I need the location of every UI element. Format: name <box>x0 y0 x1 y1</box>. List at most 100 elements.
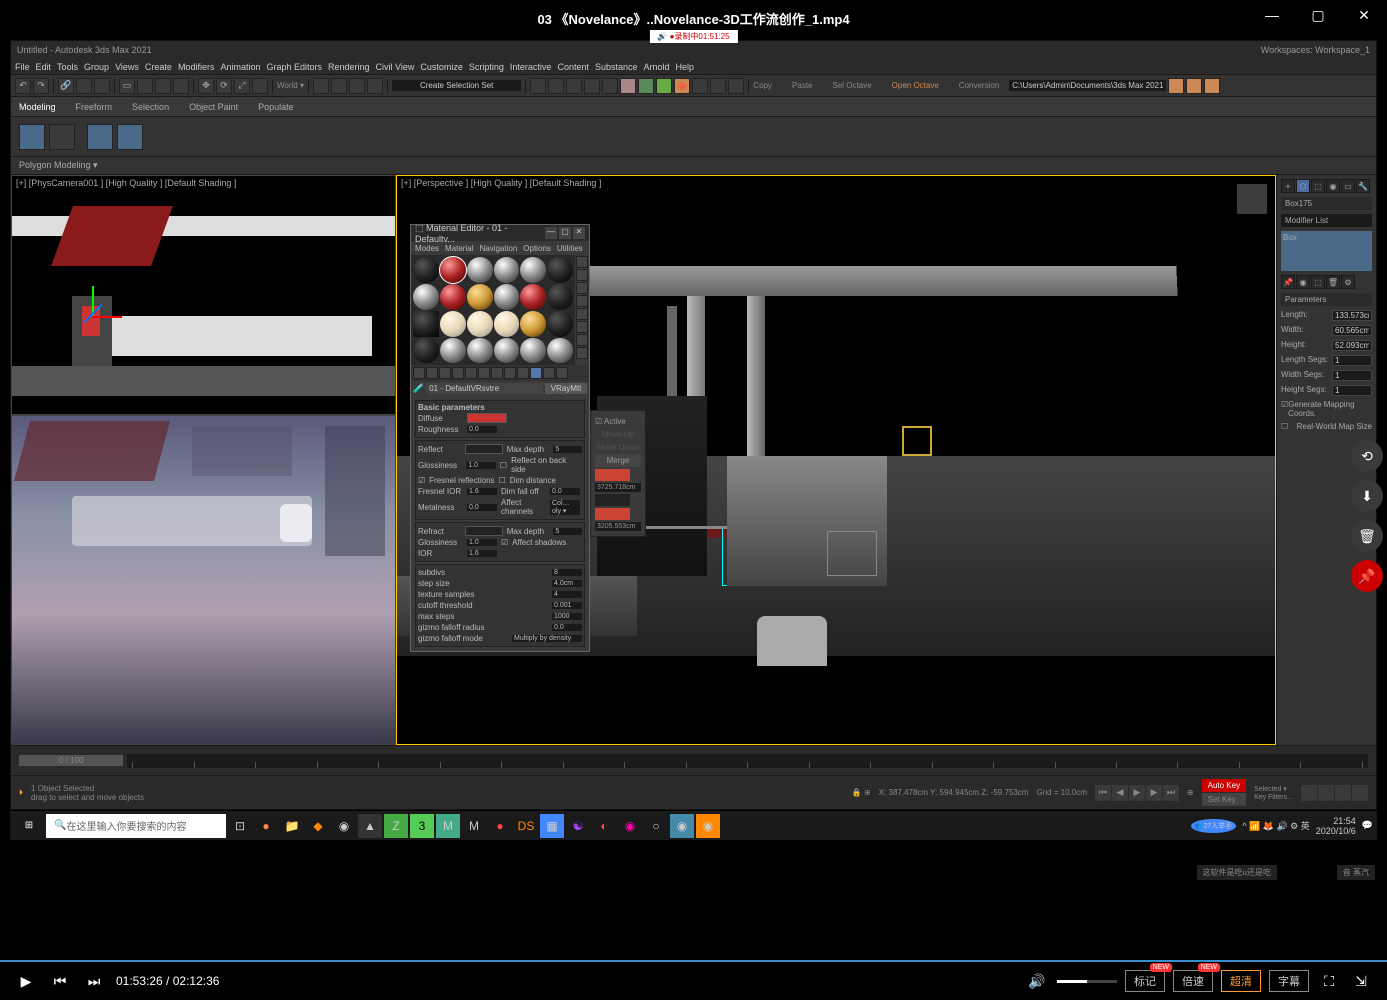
app-5[interactable]: ▦ <box>540 814 564 838</box>
mat-slot-3[interactable] <box>467 257 493 283</box>
menu-file[interactable]: File <box>15 62 30 72</box>
hsegs-input[interactable] <box>1332 385 1372 396</box>
menu-grapheditors[interactable]: Graph Editors <box>266 62 322 72</box>
play-play[interactable]: ▶ <box>1129 785 1145 801</box>
diffuse-swatch[interactable] <box>467 413 507 423</box>
tb-link[interactable]: 🔗 <box>58 78 74 94</box>
tb-selectregion[interactable] <box>155 78 171 94</box>
me-tool-8[interactable] <box>504 367 516 379</box>
me-tool-7[interactable] <box>491 367 503 379</box>
tb-curve[interactable] <box>584 78 600 94</box>
mat-slot-17[interactable] <box>520 311 546 337</box>
volume-icon[interactable]: 🔊 <box>1025 969 1049 993</box>
tb-percentsnap[interactable] <box>349 78 365 94</box>
tb-scale[interactable]: ⤢ <box>234 78 250 94</box>
tb-select[interactable]: ▭ <box>119 78 135 94</box>
sub-btn-1[interactable] <box>19 124 45 150</box>
sub-btn-4[interactable] <box>117 124 143 150</box>
tb-redo[interactable]: ↷ <box>33 78 49 94</box>
tb-layers[interactable] <box>566 78 582 94</box>
menu-modifiers[interactable]: Modifiers <box>178 62 215 72</box>
tb-spinnersnap[interactable] <box>367 78 383 94</box>
player-maximize[interactable]: ▢ <box>1295 0 1341 30</box>
modifier-list-dropdown[interactable]: Modifier List <box>1281 214 1372 227</box>
ribbon-populate[interactable]: Populate <box>258 102 294 112</box>
mat-slot-8[interactable] <box>440 284 466 310</box>
menu-interactive[interactable]: Interactive <box>510 62 552 72</box>
mat-slot-12[interactable] <box>547 284 573 310</box>
me-side-1[interactable] <box>576 256 588 268</box>
app-blender[interactable]: ◆ <box>306 814 330 838</box>
me-tool-5[interactable] <box>465 367 477 379</box>
me-tool-12[interactable] <box>556 367 568 379</box>
nav-3[interactable] <box>1335 785 1351 801</box>
mp-swatch-3[interactable] <box>595 508 630 520</box>
tb-unlink[interactable] <box>76 78 92 94</box>
object-name[interactable]: Box175 <box>1281 197 1372 210</box>
tb-extra1[interactable] <box>692 78 708 94</box>
menu-content[interactable]: Content <box>557 62 589 72</box>
mat-slot-22[interactable] <box>494 338 520 364</box>
nav-1[interactable] <box>1301 785 1317 801</box>
wsegs-input[interactable] <box>1332 370 1372 381</box>
autokey-button[interactable]: Auto Key <box>1202 779 1246 792</box>
app-8[interactable]: ◉ <box>618 814 642 838</box>
prev-button[interactable]: ⏮ <box>48 969 72 993</box>
search-box[interactable]: 🔍 在这里输入你要搜索的内容 <box>46 814 226 838</box>
panel-utilities[interactable]: 🔧 <box>1356 179 1370 193</box>
menu-help[interactable]: Help <box>676 62 695 72</box>
ribbon-freeform[interactable]: Freeform <box>76 102 113 112</box>
stack-config[interactable]: ⚙ <box>1341 275 1355 289</box>
material-name[interactable]: 01 - DefaultVRsvtre <box>426 383 543 394</box>
app-3[interactable]: Z <box>384 814 408 838</box>
mat-slot-13[interactable] <box>413 311 439 337</box>
ribbon-selection[interactable]: Selection <box>132 102 169 112</box>
tb-rotate[interactable]: ⟳ <box>216 78 232 94</box>
mp-swatch-2[interactable] <box>595 494 630 506</box>
mat-slot-24[interactable] <box>547 338 573 364</box>
menu-scripting[interactable]: Scripting <box>469 62 504 72</box>
refract-swatch[interactable] <box>465 526 503 536</box>
menu-group[interactable]: Group <box>84 62 109 72</box>
me-side-2[interactable] <box>576 269 588 281</box>
nav-4[interactable] <box>1352 785 1368 801</box>
tb-rendered-frame[interactable] <box>656 78 672 94</box>
material-type[interactable]: VRayMtl <box>545 383 587 394</box>
quality-badge[interactable]: 超清 <box>1221 970 1261 992</box>
notifications[interactable]: 💬 <box>1362 820 1373 831</box>
timeline-slider[interactable] <box>127 754 1368 768</box>
menu-create[interactable]: Create <box>145 62 172 72</box>
menu-customize[interactable]: Customize <box>420 62 463 72</box>
tray-icons[interactable]: ^ 📶 🦊 🔊 ⚙ 英 <box>1242 819 1309 832</box>
app-7[interactable]: ◐ <box>592 814 616 838</box>
panel-modify[interactable]: ⬡ <box>1296 179 1310 193</box>
mat-slot-4[interactable] <box>494 257 520 283</box>
sub-btn-2[interactable] <box>49 124 75 150</box>
material-props-panel[interactable]: ☑ Active Move Up Move Down Merge 3725.71… <box>590 410 646 537</box>
me-side-6[interactable] <box>576 321 588 333</box>
me-tool-2[interactable] <box>426 367 438 379</box>
stack-show[interactable]: ◉ <box>1296 275 1310 289</box>
mat-slot-20[interactable] <box>440 338 466 364</box>
tb-render-setup[interactable] <box>638 78 654 94</box>
app-marvelous[interactable]: M <box>462 814 486 838</box>
ribbon-modeling[interactable]: Modeling <box>19 102 56 112</box>
polybar-label[interactable]: Polygon Modeling ▾ <box>19 160 98 171</box>
mat-slot-18[interactable] <box>547 311 573 337</box>
start-button[interactable]: ⊞ <box>14 814 44 838</box>
nav-2[interactable] <box>1318 785 1334 801</box>
task-view[interactable]: ⊡ <box>228 814 252 838</box>
app-4[interactable]: ● <box>488 814 512 838</box>
ribbon-objectpaint[interactable]: Object Paint <box>189 102 238 112</box>
tb-selectname[interactable] <box>137 78 153 94</box>
mat-slot-5[interactable] <box>520 257 546 283</box>
timeline[interactable]: 0 / 100 <box>11 745 1376 775</box>
me-side-7[interactable] <box>576 334 588 346</box>
pin-button[interactable]: 📌 <box>1351 560 1383 592</box>
play-next[interactable]: ▶ <box>1146 785 1162 801</box>
setkey-button[interactable]: Set Key <box>1202 793 1246 806</box>
me-tool-1[interactable] <box>413 367 425 379</box>
mat-slot-16[interactable] <box>494 311 520 337</box>
mat-slot-2[interactable] <box>440 257 466 283</box>
me-side-4[interactable] <box>576 295 588 307</box>
